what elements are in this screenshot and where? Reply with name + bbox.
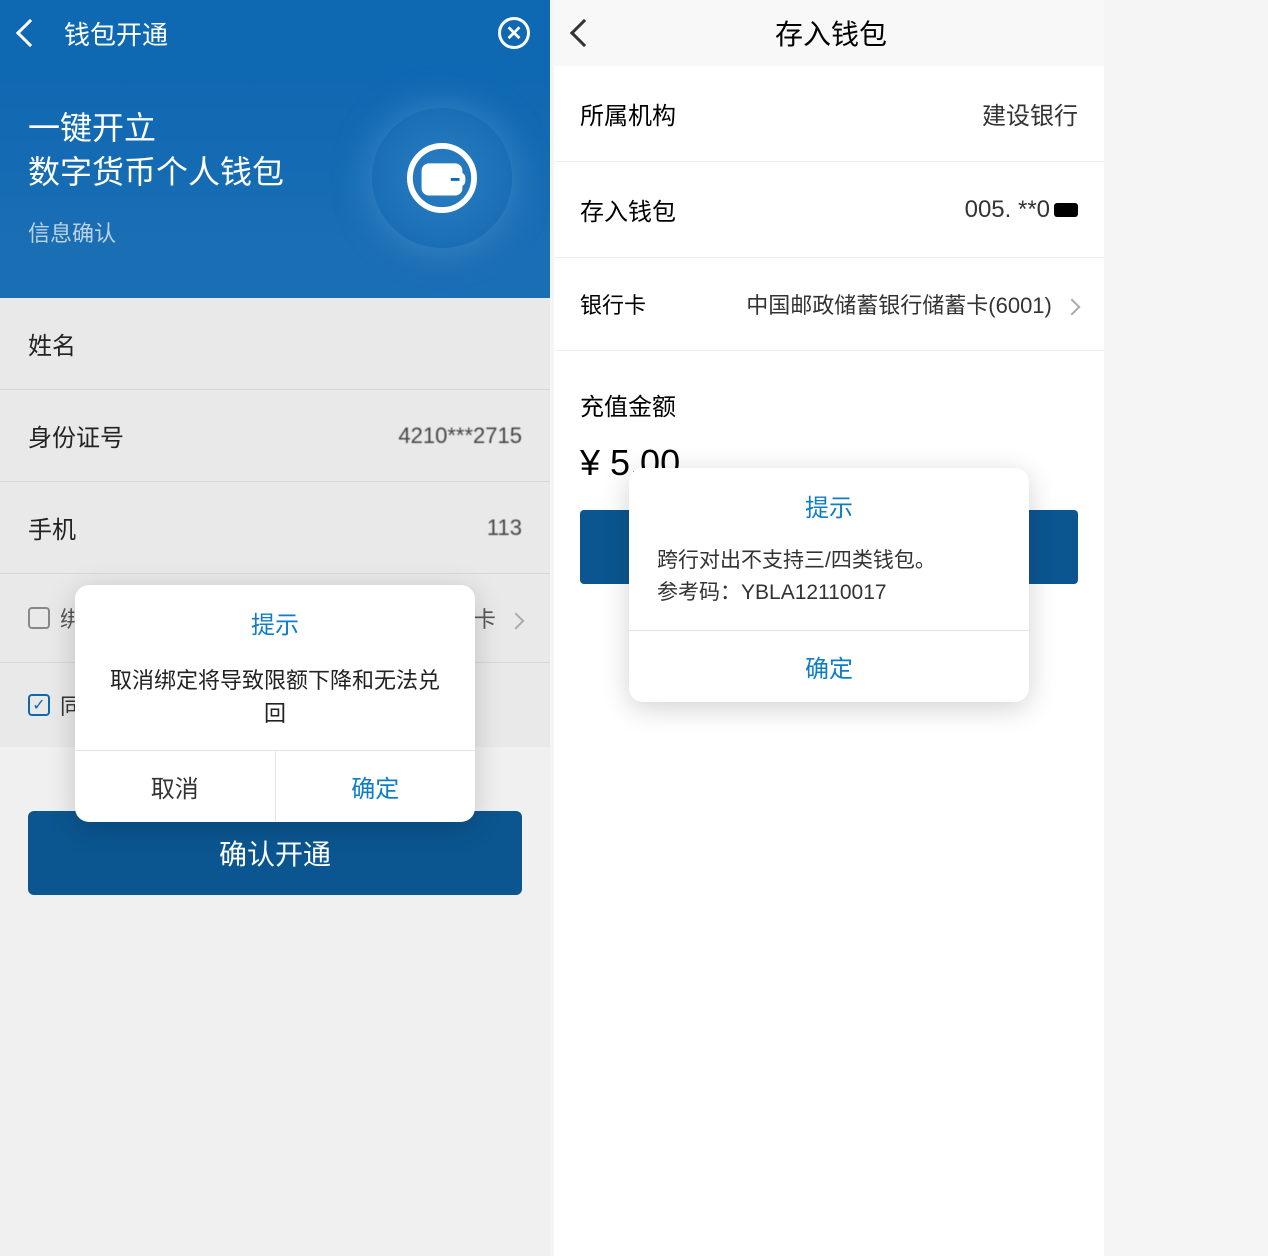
right-modal-line1: 跨行对出不支持三/四类钱包。 (657, 545, 1001, 577)
org-label: 所属机构 (580, 96, 676, 131)
left-modal: 提示 取消绑定将导致限额下降和无法兑回 取消 确定 (75, 585, 475, 822)
right-modal-body: 跨行对出不支持三/四类钱包。 参考码：YBLA12110017 (629, 533, 1029, 630)
right-body: 所属机构 建设银行 存入钱包 005. **0 银行卡 中国邮政储蓄银行储蓄卡(… (554, 66, 1104, 508)
right-modal-buttons: 确定 (629, 630, 1029, 702)
wallet-row[interactable]: 存入钱包 005. **0 (554, 162, 1104, 258)
ok-button[interactable]: 确定 (629, 631, 1029, 702)
redacted-icon (1054, 203, 1078, 217)
wallet-icon (372, 108, 512, 248)
left-header: 钱包开通 ✕ (0, 0, 550, 66)
agree-checkbox[interactable]: ✓ (28, 694, 50, 716)
right-modal-line2: 参考码：YBLA12110017 (657, 577, 1001, 609)
phone-value: 113 (487, 515, 522, 541)
confirm-open-button[interactable]: 确认开通 (28, 811, 522, 895)
back-icon[interactable] (570, 19, 598, 47)
phone-row[interactable]: 手机 113 (0, 482, 550, 574)
wallet-value-text: 005. **0 (965, 196, 1050, 224)
phone-label: 手机 (28, 510, 76, 545)
left-screen: 钱包开通 ✕ 一键开立 数字货币个人钱包 信息确认 姓名 身份证号 4210**… (0, 0, 550, 1256)
chevron-right-icon (508, 613, 525, 630)
left-title: 钱包开通 (64, 15, 168, 52)
bind-suffix: 卡 (474, 607, 496, 632)
left-modal-body: 取消绑定将导致限额下降和无法兑回 (75, 650, 475, 750)
org-value: 建设银行 (982, 96, 1078, 131)
id-value: 4210***2715 (398, 423, 522, 449)
amount-label: 充值金额 (554, 359, 1104, 432)
right-title: 存入钱包 (618, 13, 1044, 53)
right-modal-title: 提示 (629, 468, 1029, 533)
bind-checkbox[interactable] (28, 607, 50, 629)
name-row[interactable]: 姓名 (0, 298, 550, 390)
hero-banner: 一键开立 数字货币个人钱包 信息确认 (0, 66, 550, 298)
bank-label: 银行卡 (580, 288, 646, 320)
id-row[interactable]: 身份证号 4210***2715 (0, 390, 550, 482)
cancel-button[interactable]: 取消 (75, 751, 275, 822)
right-modal: 提示 跨行对出不支持三/四类钱包。 参考码：YBLA12110017 确定 (629, 468, 1029, 702)
close-icon[interactable]: ✕ (498, 17, 530, 49)
org-row: 所属机构 建设银行 (554, 66, 1104, 162)
right-header: 存入钱包 (554, 0, 1104, 66)
id-label: 身份证号 (28, 418, 124, 453)
left-modal-buttons: 取消 确定 (75, 750, 475, 822)
bankcard-row[interactable]: 银行卡 中国邮政储蓄银行储蓄卡(6001) (554, 258, 1104, 351)
back-icon[interactable] (16, 19, 44, 47)
wallet-value: 005. **0 (965, 196, 1078, 224)
chevron-right-icon (1064, 299, 1081, 316)
wallet-label: 存入钱包 (580, 192, 676, 227)
right-screen: 存入钱包 所属机构 建设银行 存入钱包 005. **0 银行卡 中国邮政储蓄银… (554, 0, 1104, 1256)
name-label: 姓名 (28, 326, 76, 361)
ok-button[interactable]: 确定 (275, 751, 476, 822)
bank-value: 中国邮政储蓄银行储蓄卡(6001) (746, 293, 1052, 318)
left-modal-title: 提示 (75, 585, 475, 650)
